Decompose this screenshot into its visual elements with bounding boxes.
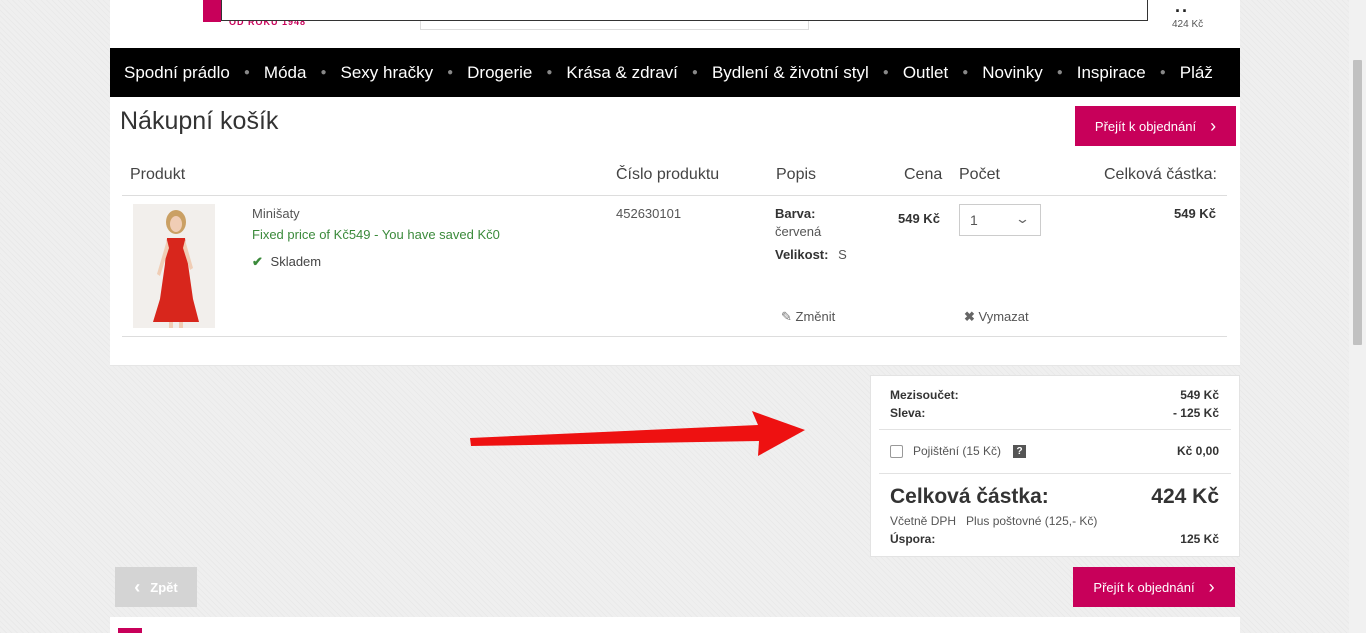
size-label: Velikost: xyxy=(775,247,829,262)
tax-shipping-note: Včetně DPH Plus poštovné (125,- Kč) xyxy=(890,514,1219,528)
checkout-button-top[interactable]: Přejít k objednání › xyxy=(1075,106,1236,146)
column-header-quantity: Počet xyxy=(959,166,1000,183)
discount-row: Sleva: - 125 Kč xyxy=(890,406,1219,420)
dress-photo-icon xyxy=(133,204,215,328)
discount-value: - 125 Kč xyxy=(1172,406,1219,420)
summary-divider xyxy=(879,473,1231,474)
search-dropdown[interactable] xyxy=(221,0,1148,21)
insurance-label[interactable]: Pojištění (15 Kč) xyxy=(913,444,1001,458)
nav-item-new[interactable]: Novinky xyxy=(968,63,1056,83)
checkmark-icon: ✔ xyxy=(252,254,263,269)
insurance-option: Pojištění (15 Kč)? xyxy=(890,444,1027,459)
product-name[interactable]: Minišaty xyxy=(252,206,300,221)
checkout-button-bottom[interactable]: Přejít k objednání › xyxy=(1073,567,1235,607)
edit-link[interactable]: ✎ Změnit xyxy=(781,309,835,325)
shipping-note: Plus poštovné (125,- Kč) xyxy=(966,514,1098,528)
vat-note: Včetně DPH xyxy=(890,514,957,528)
back-button[interactable]: ‹ Zpět xyxy=(115,567,197,607)
size-row: Velikost: S xyxy=(775,247,847,262)
grand-total-label: Celková částka: xyxy=(890,485,1049,508)
close-icon: ✖ xyxy=(964,309,975,324)
insurance-value: Kč 0,00 xyxy=(1176,444,1219,459)
logo-accent xyxy=(203,0,221,22)
footer-strip xyxy=(110,617,1240,633)
nav-item-outlet[interactable]: Outlet xyxy=(889,63,962,83)
summary-divider xyxy=(879,429,1231,430)
size-value: S xyxy=(838,247,847,262)
product-number: 452630101 xyxy=(616,206,682,221)
column-header-description: Popis xyxy=(776,166,817,183)
subtotal-row: Mezisoučet: 549 Kč xyxy=(890,388,1219,402)
header-cart-total[interactable]: 424 Kč xyxy=(1172,19,1203,30)
insurance-row: Pojištění (15 Kč)? Kč 0,00 xyxy=(890,444,1219,459)
product-image[interactable] xyxy=(133,204,215,328)
search-input[interactable] xyxy=(420,21,809,30)
footer-accent xyxy=(118,628,142,633)
column-header-product: Produkt xyxy=(130,166,186,183)
quantity-select[interactable]: 1 ⌄ xyxy=(959,204,1041,236)
column-header-total: Celková částka: xyxy=(1104,166,1217,183)
column-header-product-number: Číslo produktu xyxy=(616,166,720,183)
checkout-button-label: Přejít k objednání xyxy=(1093,579,1195,595)
nav-item-underwear[interactable]: Spodní prádlo xyxy=(110,63,244,83)
grand-total-row: Celková částka: 424 Kč xyxy=(890,485,1219,509)
discount-label: Sleva: xyxy=(890,406,926,420)
subtotal-label: Mezisoučet: xyxy=(890,388,959,402)
nav-item-drugstore[interactable]: Drogerie xyxy=(453,63,546,83)
nav-item-beauty[interactable]: Krása & zdraví xyxy=(552,63,692,83)
delete-link-label: Vymazat xyxy=(978,309,1029,324)
pencil-icon: ✎ xyxy=(781,309,792,324)
page-scrollbar[interactable] xyxy=(1349,0,1366,633)
item-total: 549 Kč xyxy=(1174,206,1216,221)
cart-panel: Nákupní košík Přejít k objednání › Produ… xyxy=(110,97,1240,366)
subtotal-value: 549 Kč xyxy=(1180,388,1219,402)
back-button-label: Zpět xyxy=(150,579,178,595)
saving-label: Úspora: xyxy=(890,532,936,546)
chevron-right-icon: › xyxy=(1208,577,1215,597)
chevron-down-icon: ⌄ xyxy=(1014,211,1031,226)
red-arrow-icon xyxy=(470,411,805,456)
table-divider xyxy=(122,336,1227,337)
column-header-price: Cena xyxy=(904,166,943,183)
saving-row: Úspora: 125 Kč xyxy=(890,532,1219,546)
nav-item-living[interactable]: Bydlení & životní styl xyxy=(698,63,883,83)
checkout-button-label: Přejít k objednání xyxy=(1094,118,1197,134)
table-divider xyxy=(122,195,1227,196)
item-price: 549 Kč xyxy=(898,211,940,226)
color-label: Barva: xyxy=(775,206,816,221)
delete-link[interactable]: ✖ Vymazat xyxy=(964,309,1029,325)
grand-total-value: 424 Kč xyxy=(1151,485,1219,508)
insurance-checkbox[interactable] xyxy=(890,445,903,459)
order-summary: Mezisoučet: 549 Kč Sleva: - 125 Kč Pojiš… xyxy=(870,375,1240,557)
saving-value: 125 Kč xyxy=(1180,532,1219,546)
main-navigation: Spodní prádlo ● Móda ● Sexy hračky ● Droger… xyxy=(110,48,1240,97)
nav-item-toys[interactable]: Sexy hračky xyxy=(327,63,448,83)
nav-item-inspiration[interactable]: Inspirace xyxy=(1063,63,1160,83)
edit-link-label: Změnit xyxy=(795,309,836,324)
nav-item-fashion[interactable]: Móda xyxy=(250,63,321,83)
stock-status: ✔ Skladem xyxy=(252,254,321,270)
stock-status-label: Skladem xyxy=(270,254,322,269)
help-icon[interactable]: ? xyxy=(1013,445,1027,459)
product-fixed-price: Fixed price of Kč549 - You have saved Kč… xyxy=(252,227,500,242)
color-value: červená xyxy=(775,224,822,239)
page-title: Nákupní košík xyxy=(120,107,279,135)
chevron-right-icon: › xyxy=(1210,116,1217,136)
nav-item-beach[interactable]: Pláž xyxy=(1166,63,1227,83)
chevron-left-icon: ‹ xyxy=(134,576,141,597)
scrollbar-thumb[interactable] xyxy=(1353,60,1362,345)
quantity-value: 1 xyxy=(970,212,978,228)
cart-icon[interactable]: .. xyxy=(1175,0,1189,17)
